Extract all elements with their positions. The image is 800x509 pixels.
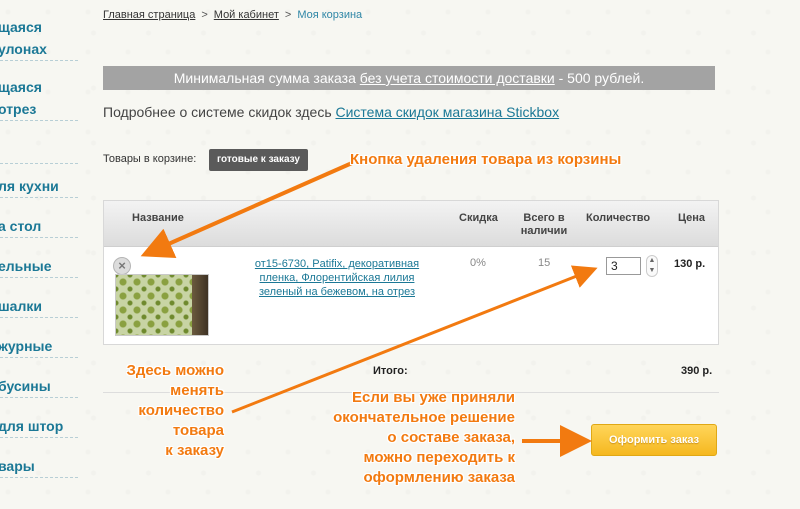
annotation-quantity: Здесь можно менять количество товара к з… xyxy=(108,361,224,461)
discount-info: Подробнее о системе скидок здесь Система… xyxy=(103,104,559,120)
annotation-line: о составе заказа, xyxy=(387,429,515,446)
stepper-up-icon[interactable]: ▲ xyxy=(647,256,657,266)
annotation-line: Здесь можно xyxy=(126,362,224,379)
breadcrumb: Главная страница > Мой кабинет > Моя корзина xyxy=(103,9,362,21)
breadcrumb-current: Моя корзина xyxy=(297,9,363,21)
item-price: 130 р. xyxy=(674,258,706,270)
quantity-stepper[interactable]: ▲ ▼ xyxy=(646,255,658,277)
cart-label: Товары в корзине: xyxy=(103,153,197,165)
sidebar-item[interactable]: ля кухни xyxy=(0,175,78,198)
sidebar-item-label: вары xyxy=(0,458,35,474)
annotation-line: можно переходить к xyxy=(363,449,515,466)
sidebar-item[interactable]: вары xyxy=(0,455,78,478)
cart-ready-tab[interactable]: готовые к заказу xyxy=(209,149,308,171)
item-discount: 0% xyxy=(470,257,486,269)
sidebar-item[interactable]: журные xyxy=(0,335,78,358)
breadcrumb-cabinet-link[interactable]: Мой кабинет xyxy=(214,9,279,21)
header-discount: Скидка xyxy=(459,212,498,224)
total-value: 390 р. xyxy=(681,365,713,377)
product-roll-edge xyxy=(192,275,208,335)
breadcrumb-separator: > xyxy=(201,9,208,21)
sidebar-item-label: щаяся xyxy=(0,79,42,95)
checkout-button[interactable]: Оформить заказ xyxy=(591,424,717,456)
discount-text: Подробнее о системе скидок здесь xyxy=(103,104,336,120)
sidebar-item-label: для штор xyxy=(0,418,64,434)
discount-system-link[interactable]: Система скидок магазина Stickbox xyxy=(336,104,560,120)
breadcrumb-home-link[interactable]: Главная страница xyxy=(103,9,195,21)
annotation-line: менять xyxy=(170,382,224,399)
item-stock: 15 xyxy=(538,257,551,269)
header-stock-line: наличии xyxy=(520,225,568,237)
total-label: Итого: xyxy=(373,365,408,377)
breadcrumb-separator: > xyxy=(284,9,292,21)
product-image[interactable] xyxy=(115,274,209,336)
remove-item-button[interactable]: × xyxy=(113,257,131,275)
sidebar-item-label: отрез xyxy=(0,101,37,117)
quantity-input[interactable] xyxy=(606,257,641,275)
header-price: Цена xyxy=(678,212,706,224)
annotation-line: оформлению заказа xyxy=(363,469,515,486)
sidebar-item[interactable]: а стол xyxy=(0,215,78,238)
notice-delivery-link[interactable]: без учета стоимости доставки xyxy=(360,70,555,86)
sidebar-item[interactable]: щаяся отрез xyxy=(0,76,78,121)
annotation-line: к заказу xyxy=(165,442,224,459)
annotation-line: окончательное решение xyxy=(333,409,515,426)
min-order-notice: Минимальная сумма заказа без учета стоим… xyxy=(103,66,715,90)
sidebar-item[interactable]: щаяся улонах xyxy=(0,16,78,61)
header-stock: Всего в наличии xyxy=(517,212,571,238)
sidebar: щаяся улонах щаяся отрез ля кухни а стол… xyxy=(0,0,78,509)
sidebar-item-label: шалки xyxy=(0,298,42,314)
table-header: Название Скидка Всего в наличии Количест… xyxy=(104,201,718,247)
stepper-down-icon[interactable]: ▼ xyxy=(647,266,657,276)
header-quantity: Количество xyxy=(586,212,651,224)
sidebar-item-label: щаяся xyxy=(0,19,42,35)
header-name: Название xyxy=(132,212,184,224)
sidebar-item-label: журные xyxy=(0,338,53,354)
sidebar-item-label: ля кухни xyxy=(0,178,59,194)
sidebar-item[interactable]: бусины xyxy=(0,375,78,398)
cart-table: Название Скидка Всего в наличии Количест… xyxy=(103,200,719,345)
notice-prefix: Минимальная сумма заказа xyxy=(173,70,360,86)
sidebar-item-label: ельные xyxy=(0,258,52,274)
sidebar-item[interactable]: шалки xyxy=(0,295,78,318)
sidebar-item-label: а стол xyxy=(0,218,42,234)
sidebar-item-label: улонах xyxy=(0,41,47,57)
sidebar-item[interactable]: для штор xyxy=(0,415,78,438)
sidebar-item-label: бусины xyxy=(0,378,51,394)
product-link[interactable]: от15-6730, Patifix, декоративная пленка,… xyxy=(242,257,432,299)
annotation-checkout: Если вы уже приняли окончательное решени… xyxy=(310,388,515,488)
annotation-line: товара xyxy=(172,422,224,439)
notice-suffix: - 500 рублей. xyxy=(554,70,645,86)
annotation-line: количество xyxy=(138,402,224,419)
annotation-line: Если вы уже приняли xyxy=(352,389,515,406)
header-stock-line: Всего в xyxy=(523,212,565,224)
annotation-remove: Кнопка удаления товара из корзины xyxy=(350,151,622,168)
sidebar-divider xyxy=(0,126,78,164)
sidebar-item[interactable]: ельные xyxy=(0,255,78,278)
